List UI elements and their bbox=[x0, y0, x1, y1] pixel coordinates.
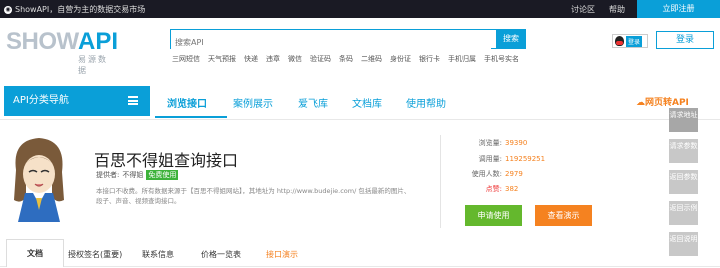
hotword[interactable]: 手机归属 bbox=[448, 54, 476, 64]
provider-label: 提供者: bbox=[96, 171, 120, 179]
link-forum[interactable]: 讨论区 bbox=[571, 4, 595, 15]
stat-likes: 点赞: 382 bbox=[470, 184, 519, 194]
tab-contact[interactable]: 联系信息 bbox=[142, 249, 174, 260]
link-help[interactable]: 帮助 bbox=[609, 4, 625, 15]
view-demo-button[interactable]: 查看演示 bbox=[535, 205, 592, 226]
web-to-api-label: 网页转API bbox=[645, 98, 689, 108]
detail-tabs: 文档 授权签名(重要) 联系信息 价格一览表 接口演示 bbox=[0, 239, 720, 267]
category-nav-label: API分类导航 bbox=[13, 95, 69, 106]
api-description: 本接口不收费。所有数据来源于【百思不得姐网站】，其地址为 http://www.… bbox=[96, 187, 411, 205]
stat-value: 2979 bbox=[505, 170, 523, 178]
stat-value: 39390 bbox=[505, 139, 528, 147]
brand-slogan: ShowAPI，自营为主的数据交易市场 bbox=[15, 5, 146, 14]
stat-value: 382 bbox=[505, 185, 519, 193]
stat-label: 使用人数: bbox=[471, 170, 502, 178]
brand[interactable]: ◉ ShowAPI，自营为主的数据交易市场 bbox=[4, 4, 145, 15]
hotword[interactable]: 三网短信 bbox=[172, 54, 200, 64]
stat-value: 119259251 bbox=[505, 155, 546, 163]
api-avatar bbox=[14, 138, 64, 222]
hotword[interactable]: 二维码 bbox=[361, 54, 382, 64]
search-box bbox=[170, 29, 497, 52]
provider-name[interactable]: 不得姐 bbox=[122, 170, 143, 180]
hotword[interactable]: 违章 bbox=[266, 54, 280, 64]
tab-docs[interactable]: 文档 bbox=[6, 239, 64, 267]
nav-cases[interactable]: 案例展示 bbox=[233, 95, 273, 110]
tab-pricing[interactable]: 价格一览表 bbox=[201, 249, 241, 260]
side-request-params[interactable]: 请求参数 bbox=[669, 139, 698, 163]
stat-calls: 调用量: 119259251 bbox=[470, 154, 545, 164]
stat-users: 使用人数: 2979 bbox=[470, 169, 523, 179]
logo-show: SHOW bbox=[6, 28, 79, 55]
apply-button[interactable]: 申请使用 bbox=[465, 205, 522, 226]
web-to-api-link[interactable]: ☁网页转API bbox=[636, 95, 689, 108]
side-return-example[interactable]: 返回示例 bbox=[669, 201, 698, 225]
logo-api: API bbox=[78, 28, 119, 55]
side-request-url[interactable]: 请求地址 bbox=[669, 108, 698, 132]
nav-browse[interactable]: 浏览接口 bbox=[167, 95, 207, 110]
main-nav: API分类导航 浏览接口 案例展示 爱飞库 文档库 使用帮助 ☁网页转API bbox=[0, 82, 720, 120]
hotword[interactable]: 快递 bbox=[244, 54, 258, 64]
top-bar: ◉ ShowAPI，自营为主的数据交易市场 讨论区 帮助 立即注册 bbox=[0, 0, 720, 18]
divider bbox=[440, 135, 441, 228]
hotword[interactable]: 天气预报 bbox=[208, 54, 236, 64]
stat-views: 浏览量: 39390 bbox=[470, 138, 528, 148]
search-button[interactable]: 搜索 bbox=[496, 29, 526, 49]
provider-info: 提供者: 不得姐 免费使用 bbox=[96, 170, 179, 180]
search-input[interactable] bbox=[171, 33, 491, 52]
hotword[interactable]: 银行卡 bbox=[419, 54, 440, 64]
api-title: 百思不得姐查询接口 bbox=[94, 151, 239, 170]
nav-docs[interactable]: 文档库 bbox=[352, 95, 382, 110]
showapi-logo-icon: ◉ bbox=[4, 5, 12, 14]
category-nav-button[interactable]: API分类导航 bbox=[4, 86, 150, 116]
stat-label: 点赞: bbox=[485, 185, 502, 193]
logo-subtitle: 易源数据 bbox=[78, 55, 108, 75]
free-badge: 免费使用 bbox=[146, 170, 179, 180]
header: SHOW API 易源数据 搜索 三网短信 天气预报 快递 违章 微信 验证码 … bbox=[0, 18, 720, 80]
cloud-icon: ☁ bbox=[636, 98, 645, 108]
tab-demo[interactable]: 接口演示 bbox=[266, 249, 298, 260]
hotword[interactable]: 验证码 bbox=[310, 54, 331, 64]
hotword[interactable]: 手机号实名 bbox=[484, 54, 519, 64]
active-tab-underline bbox=[155, 116, 227, 118]
menu-icon bbox=[128, 96, 138, 105]
stat-label: 调用量: bbox=[478, 155, 502, 163]
qq-login[interactable]: 登录 bbox=[612, 34, 648, 48]
stat-label: 浏览量: bbox=[478, 139, 502, 147]
qq-icon bbox=[615, 36, 624, 46]
hotword[interactable]: 条码 bbox=[339, 54, 353, 64]
tab-auth-sign[interactable]: 授权签名(重要) bbox=[68, 249, 122, 260]
nav-aifei[interactable]: 爱飞库 bbox=[298, 95, 328, 110]
qq-login-label: 登录 bbox=[626, 35, 643, 47]
login-button[interactable]: 登录 bbox=[656, 31, 714, 49]
side-return-params[interactable]: 返回参数 bbox=[669, 170, 698, 194]
site-logo[interactable]: SHOW API 易源数据 bbox=[6, 28, 119, 75]
nav-help[interactable]: 使用帮助 bbox=[406, 95, 446, 110]
hotword[interactable]: 身份证 bbox=[390, 54, 411, 64]
hotword[interactable]: 微信 bbox=[288, 54, 302, 64]
hot-keywords: 三网短信 天气预报 快递 违章 微信 验证码 条码 二维码 身份证 银行卡 手机… bbox=[172, 54, 519, 64]
register-button[interactable]: 立即注册 bbox=[637, 0, 720, 18]
